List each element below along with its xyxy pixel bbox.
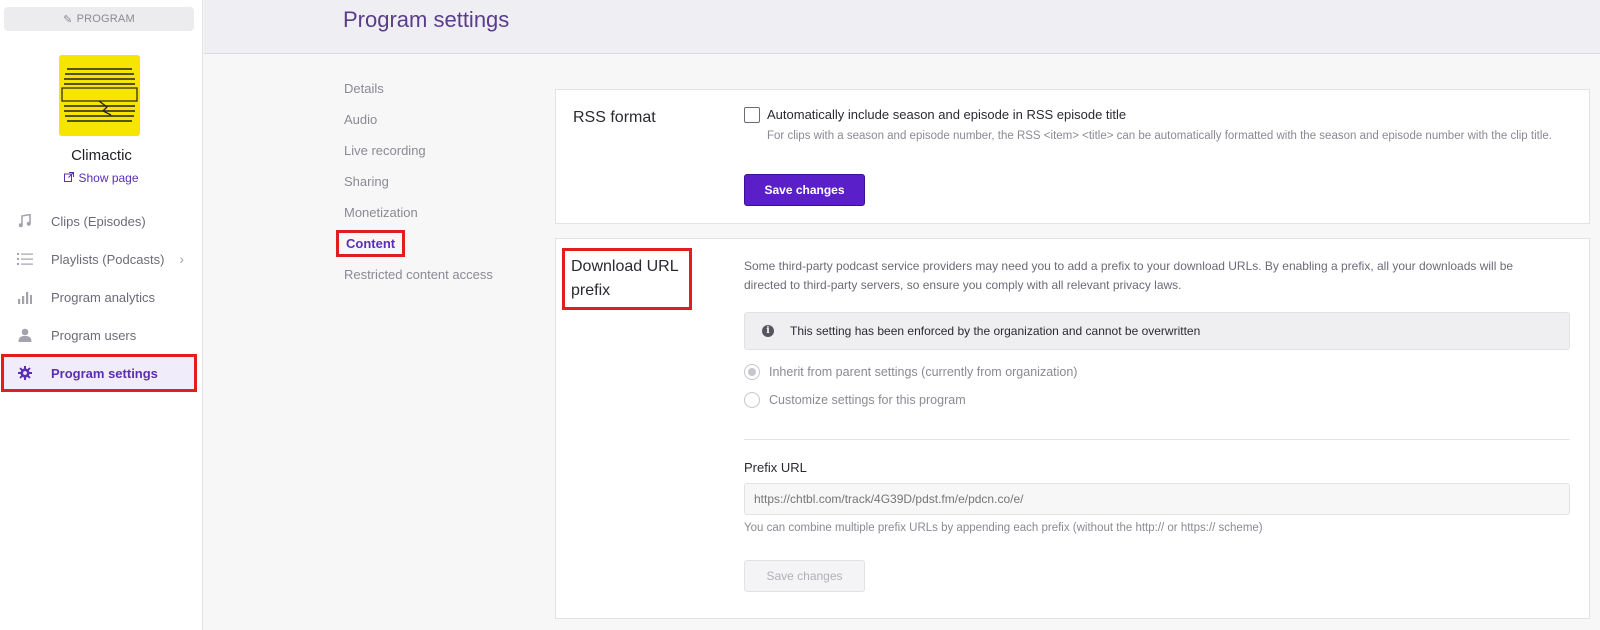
sidebar-item-playlists[interactable]: Playlists (Podcasts) ›	[4, 243, 194, 275]
info-icon: i	[762, 325, 774, 337]
sidebar-item-users[interactable]: Program users	[4, 319, 194, 351]
radio-inherit-button[interactable]	[744, 364, 760, 380]
program-name: Climactic	[71, 147, 132, 164]
radio-customize[interactable]: Customize settings for this program	[744, 392, 966, 408]
sidebar-item-analytics[interactable]: Program analytics	[4, 281, 194, 313]
radio-inherit[interactable]: Inherit from parent settings (currently …	[744, 364, 1077, 380]
list-icon	[15, 253, 35, 265]
prefix-url-label: Prefix URL	[744, 460, 807, 475]
sidebar: ✎ PROGRAM Climactic Show page Clips (Epi…	[0, 0, 203, 630]
pencil-icon: ✎	[63, 13, 73, 26]
chevron-right-icon[interactable]: ›	[179, 251, 184, 267]
section-divider	[744, 439, 1570, 440]
rss-save-button[interactable]: Save changes	[744, 174, 865, 206]
program-chip-label: PROGRAM	[76, 13, 135, 25]
show-page-label: Show page	[78, 171, 139, 185]
tab-details[interactable]: Details	[344, 81, 384, 96]
tab-live-recording[interactable]: Live recording	[344, 143, 426, 158]
download-url-prefix-card: Download URL prefix Some third-party pod…	[555, 238, 1590, 619]
enforced-notice-text: This setting has been enforced by the or…	[790, 324, 1201, 338]
download-url-prefix-title: Download URL prefix	[562, 248, 692, 310]
sidebar-item-label: Program analytics	[51, 289, 156, 305]
rss-help-text: For clips with a season and episode numb…	[767, 130, 1552, 142]
rss-format-title: RSS format	[573, 109, 656, 126]
sidebar-item-label: Clips (Episodes)	[51, 213, 146, 229]
radio-customize-button[interactable]	[744, 392, 760, 408]
rss-format-card: RSS format Automatically include season …	[555, 89, 1590, 224]
program-chip: ✎ PROGRAM	[4, 7, 194, 31]
tab-restricted-content-access[interactable]: Restricted content access	[344, 267, 493, 282]
prefix-save-button[interactable]: Save changes	[744, 560, 865, 592]
tab-sharing[interactable]: Sharing	[344, 174, 389, 189]
sidebar-item-label: Program users	[51, 327, 137, 343]
sidebar-item-label: Playlists (Podcasts)	[51, 251, 165, 267]
bar-chart-icon	[15, 291, 35, 304]
gear-icon	[15, 366, 35, 380]
rss-season-episode-checkbox[interactable]	[744, 107, 760, 123]
external-link-icon	[64, 171, 75, 185]
music-note-icon	[15, 214, 35, 228]
program-logo	[59, 55, 140, 136]
prefix-url-help: You can combine multiple prefix URLs by …	[744, 522, 1263, 534]
enforced-notice: i This setting has been enforced by the …	[744, 312, 1570, 350]
sidebar-item-settings[interactable]: Program settings	[1, 354, 197, 392]
radio-inherit-label: Inherit from parent settings (currently …	[769, 365, 1078, 379]
show-page-link[interactable]: Show page	[0, 171, 203, 185]
sidebar-item-clips[interactable]: Clips (Episodes)	[4, 205, 194, 237]
sidebar-item-label: Program settings	[51, 365, 158, 381]
rss-checkbox-label[interactable]: Automatically include season and episode…	[767, 107, 1126, 122]
tab-content[interactable]: Content	[336, 230, 406, 257]
page-title: Program settings	[343, 7, 510, 32]
page-header: Program settings	[204, 0, 1600, 54]
user-icon	[15, 328, 35, 342]
download-prefix-description: Some third-party podcast service provide…	[744, 259, 1514, 292]
prefix-url-input[interactable]	[744, 483, 1570, 515]
tab-audio[interactable]: Audio	[344, 112, 377, 127]
radio-customize-label: Customize settings for this program	[769, 393, 966, 407]
tab-monetization[interactable]: Monetization	[344, 205, 418, 220]
